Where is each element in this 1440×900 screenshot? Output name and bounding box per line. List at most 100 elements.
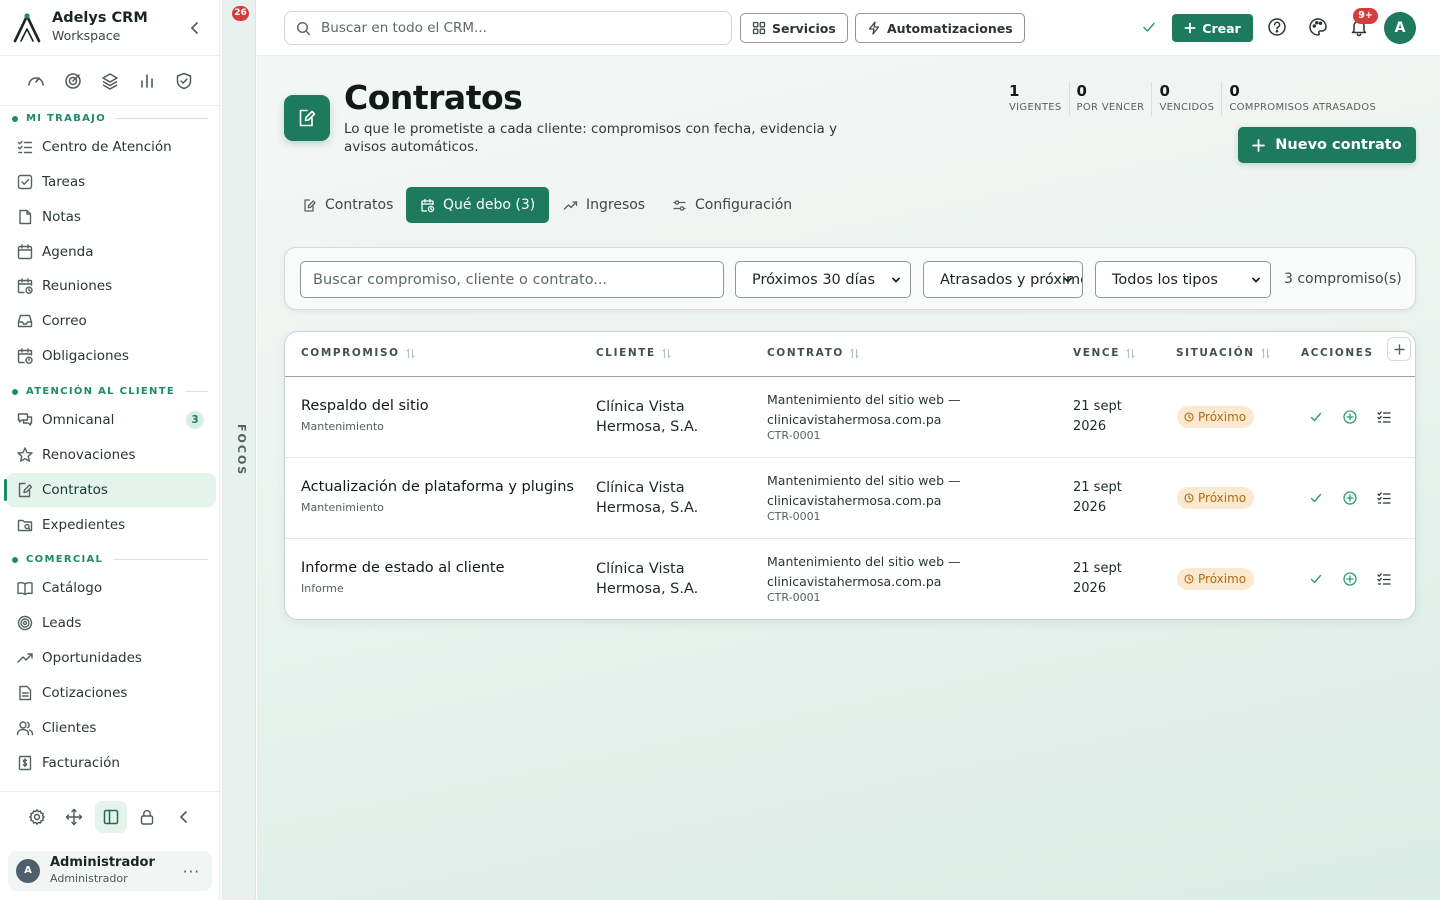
avatar: A [16,859,40,883]
tab-configuracion[interactable]: Configuración [658,187,806,223]
calendar-clock-icon [420,198,435,213]
list-checks-icon [16,138,34,156]
palette-icon[interactable] [1308,17,1328,37]
table-header: COMPROMISO CLIENTE CONTRATO VENCE SITUAC… [285,332,1415,377]
sidebar-item-omnicanal[interactable]: Omnicanal 3 [6,403,216,437]
help-icon[interactable] [1267,17,1287,37]
client-name: Clínica Vista Hermosa, S.A. [596,399,699,435]
mark-done-icon[interactable] [1308,409,1324,425]
automations-button[interactable]: Automatizaciones [855,13,1025,43]
bar-chart-icon[interactable] [137,71,157,91]
commitment-category: Mantenimiento [301,420,384,433]
checklist-icon[interactable] [1376,571,1392,587]
commitment-category: Informe [301,582,344,595]
sidebar-item-reuniones[interactable]: Reuniones [6,269,216,303]
avatar[interactable]: A [1384,12,1416,44]
services-button[interactable]: Servicios [740,13,848,43]
sidebar-item-oportunidades[interactable]: Oportunidades [6,641,216,675]
sidebar-item-contratos[interactable]: Contratos [4,473,216,507]
add-evidence-icon[interactable] [1342,490,1358,506]
sidebar-item-renovaciones[interactable]: Renovaciones [6,438,216,472]
sidebar-item-clientes[interactable]: Clientes [6,711,216,745]
table-row[interactable]: Actualización de plataforma y plugins Ma… [285,458,1415,539]
chevron-left-icon[interactable] [168,801,200,833]
note-icon [16,208,34,226]
client-name: Clínica Vista Hermosa, S.A. [596,480,699,516]
sidebar-item-obligaciones[interactable]: Obligaciones [6,339,216,373]
tab-que-debo[interactable]: Qué debo (3) [406,187,550,223]
sidebar-item-agenda[interactable]: Agenda [6,235,216,269]
column-header-acciones: ACCIONES [1301,347,1374,359]
checklist-icon[interactable] [1376,409,1392,425]
book-icon [16,579,34,597]
client-name: Clínica Vista Hermosa, S.A. [596,561,699,597]
stat-vencidos: 0 VENCIDOS [1151,82,1221,116]
column-header-vence[interactable]: VENCE [1073,347,1135,359]
period-select[interactable]: Próximos 30 días [735,261,911,298]
plus-icon [1252,138,1266,152]
sidebar-item-facturacion[interactable]: Facturación [6,746,216,780]
mark-done-icon[interactable] [1308,490,1324,506]
clock-icon [1184,493,1194,503]
tab-ingresos[interactable]: Ingresos [549,187,659,223]
tab-contratos[interactable]: Contratos [288,187,407,223]
column-header-compromiso[interactable]: COMPROMISO [301,347,415,359]
sidebar-item-correo[interactable]: Correo [6,304,216,338]
user-card[interactable]: A Administrador Administrador ··· [8,851,212,891]
sidebar-item-notas[interactable]: Notas [6,200,216,234]
gauge-icon[interactable] [26,71,46,91]
trend-icon [563,198,578,213]
sort-icon [850,347,859,359]
checklist-icon[interactable] [1376,490,1392,506]
column-header-cliente[interactable]: CLIENTE [596,347,671,359]
contract-stats: 1 VIGENTES 0 POR VENCER 0 VENCIDOS 0 COMPROM… [1002,82,1383,116]
lock-icon[interactable] [131,801,163,833]
commitment-category: Mantenimiento [301,501,384,514]
commitments-table: COMPROMISO CLIENTE CONTRATO VENCE SITUAC… [284,331,1416,620]
user-name: Administrador [50,855,155,870]
more-options-icon[interactable]: ··· [183,863,200,881]
status-select[interactable]: Atrasados y próximos [923,261,1083,298]
focos-label: FOCOS [235,424,248,477]
add-column-button[interactable] [1387,337,1411,361]
settings-icon[interactable] [21,801,53,833]
checkbox-icon [16,173,34,191]
create-button[interactable]: Crear [1172,14,1253,42]
add-evidence-icon[interactable] [1342,409,1358,425]
move-icon[interactable] [58,801,90,833]
table-row[interactable]: Informe de estado al cliente Informe Clí… [285,539,1415,619]
mark-done-icon[interactable] [1308,571,1324,587]
layers-icon[interactable] [100,71,120,91]
focos-panel-toggle[interactable]: 26 FOCOS [222,0,256,900]
global-search[interactable] [284,11,732,45]
adelys-logo-icon [12,12,42,44]
add-evidence-icon[interactable] [1342,571,1358,587]
new-contract-button[interactable]: Nuevo contrato [1238,127,1416,163]
trend-icon [16,649,34,667]
sliders-icon [672,198,687,213]
chevron-left-icon[interactable] [186,19,204,37]
sidebar-tools [0,791,220,841]
chat-icon [16,411,34,429]
column-header-contrato[interactable]: CONTRATO [767,347,859,359]
sidebar-item-catalogo[interactable]: Catálogo [6,571,216,605]
target-icon[interactable] [63,71,83,91]
global-search-input[interactable] [321,12,721,44]
status-badge: Próximo [1177,487,1255,509]
sidebar-panel-icon[interactable] [95,801,127,833]
sidebar-item-leads[interactable]: Leads [6,606,216,640]
filter-bar: Próximos 30 días Atrasados y próximos To… [284,247,1416,310]
sidebar-item-tareas[interactable]: Tareas [6,165,216,199]
contract-name: Mantenimiento del sitio web — clinicavis… [767,554,961,589]
type-select[interactable]: Todos los tipos [1095,261,1271,298]
target-icon [16,614,34,632]
column-header-situacion[interactable]: SITUACIÓN [1176,347,1270,359]
sidebar-item-centro-de-atencion[interactable]: Centro de Atención [6,130,216,164]
shield-check-icon[interactable] [174,71,194,91]
sidebar-item-cotizaciones[interactable]: Cotizaciones [6,676,216,710]
contract-name: Mantenimiento del sitio web — clinicavis… [767,473,961,508]
sidebar-item-expedientes[interactable]: Expedientes [6,508,216,542]
status-badge: Próximo [1177,568,1255,590]
commitment-search-input[interactable] [300,261,724,298]
table-row[interactable]: Respaldo del sitio Mantenimiento Clínica… [285,377,1415,458]
